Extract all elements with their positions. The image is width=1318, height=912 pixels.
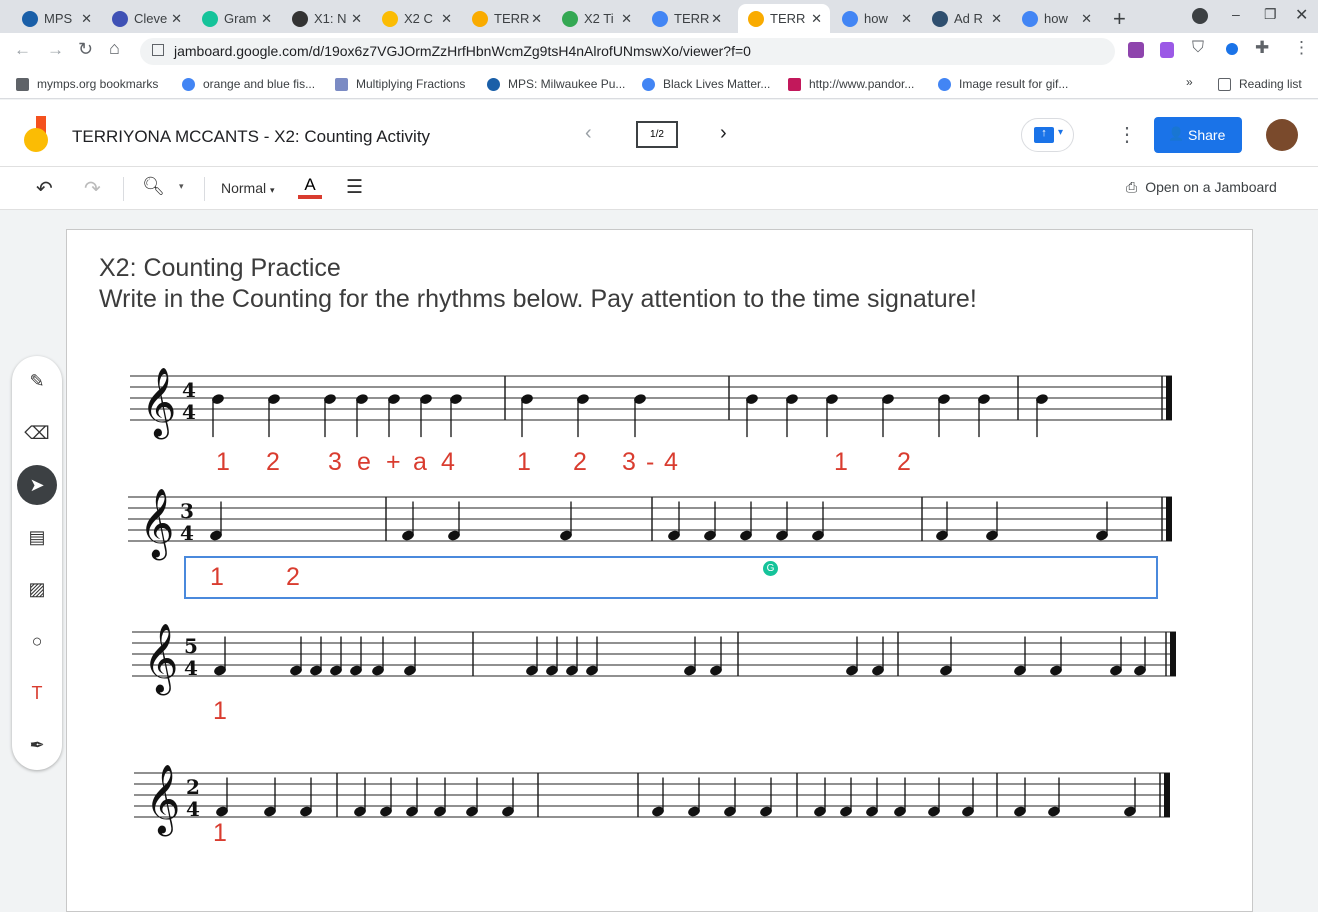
time-signature-top: 2 [186, 775, 200, 799]
count-label[interactable]: 2 [897, 448, 911, 477]
sticky-note-tool-icon[interactable]: ▤ [17, 517, 57, 557]
count-label[interactable]: 4 [664, 448, 678, 477]
count-label[interactable]: 2 [286, 563, 300, 592]
pen-tool-icon[interactable]: ✎ [17, 361, 57, 401]
time-signature-bottom: 4 [184, 656, 198, 680]
time-signature-top: 5 [184, 634, 198, 658]
final-bar-line [1166, 376, 1172, 420]
final-bar-line [1164, 773, 1170, 817]
circle-shape-tool-icon[interactable]: ○ [17, 621, 57, 661]
final-bar-line [1170, 632, 1176, 676]
count-label[interactable]: 3 [622, 448, 636, 477]
count-label[interactable]: e [357, 448, 371, 477]
count-label[interactable]: 1 [834, 448, 848, 477]
treble-clef-icon: 𝄞 [141, 367, 176, 439]
eraser-tool-icon[interactable]: ⌫ [17, 413, 57, 453]
treble-clef-icon: 𝄞 [139, 488, 174, 560]
count-label[interactable]: 1 [210, 563, 224, 592]
count-label[interactable]: 1 [216, 448, 230, 477]
count-label[interactable]: 1 [213, 697, 227, 726]
count-label[interactable]: - [646, 448, 654, 477]
count-label[interactable]: 3 [328, 448, 342, 477]
image-tool-icon[interactable]: ▨ [17, 569, 57, 609]
count-label[interactable]: 2 [266, 448, 280, 477]
count-label[interactable]: a [413, 448, 427, 477]
count-label[interactable]: 2 [573, 448, 587, 477]
music-staves: 𝄞 44𝄞 34𝄞 54𝄞 24 [128, 367, 1176, 836]
count-label[interactable]: 1 [213, 819, 227, 848]
final-bar-line [1166, 497, 1172, 541]
treble-clef-icon: 𝄞 [143, 623, 178, 695]
count-label[interactable]: 1 [517, 448, 531, 477]
time-signature-bottom: 4 [180, 521, 194, 545]
select-tool-icon[interactable]: ➤ [17, 465, 57, 505]
time-signature-top: 3 [180, 499, 194, 523]
count-label[interactable]: 4 [441, 448, 455, 477]
time-signature-bottom: 4 [182, 400, 196, 424]
treble-clef-icon: 𝄞 [145, 764, 180, 836]
count-label[interactable]: + [386, 448, 401, 477]
time-signature-bottom: 4 [186, 797, 200, 821]
laser-tool-icon[interactable]: ✒ [17, 725, 57, 765]
time-signature-top: 4 [182, 378, 196, 402]
tool-sidebar: ✎ ⌫ ➤ ▤ ▨ ○ T ✒ [12, 356, 62, 770]
selected-text-box[interactable] [184, 556, 1158, 599]
grammarly-icon[interactable]: G [763, 561, 778, 576]
text-box-tool-icon[interactable]: T [17, 673, 57, 713]
